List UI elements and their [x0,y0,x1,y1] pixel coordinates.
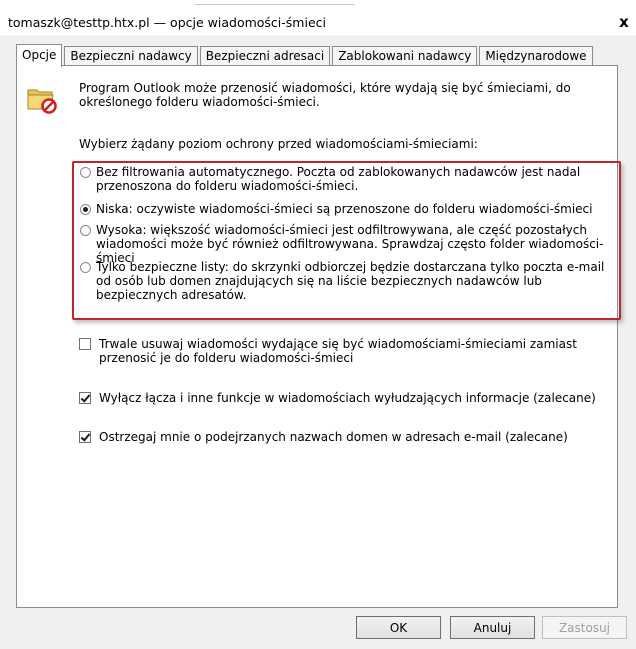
permanently-delete-checkbox[interactable] [79,338,91,350]
radio-low[interactable] [80,204,91,215]
close-icon[interactable]: x [616,14,632,30]
radio-label: Bez filtrowania automatycznego. Poczta o… [96,165,581,193]
cancel-button[interactable]: Anuluj [450,616,535,639]
window-title: tomaszk@testtp.htx.pl — opcje wiadomości… [8,15,326,30]
tab-strip: Opcje Bezpieczni nadawcy Bezpieczni adre… [16,44,595,67]
radio-row-low[interactable]: Niska: oczywiste wiadomości-śmieci są pr… [80,202,616,216]
checkbox-row-warn-domains[interactable]: Ostrzegaj mnie o podejrzanych nazwach do… [79,430,619,444]
radio-no-filtering[interactable] [80,167,91,178]
radio-label: Wysoka: większość wiadomości-śmieci jest… [96,223,604,265]
protection-level-group: Bez filtrowania automatycznego. Poczta o… [72,161,621,320]
junk-folder-icon [27,89,57,114]
tab-blocked-senders[interactable]: Zablokowani nadawcy [332,46,478,66]
checkbox-label: Wyłącz łącza i inne funkcje w wiadomości… [99,391,596,405]
tab-international[interactable]: Międzynarodowe [479,46,593,66]
checkbox-label: Trwale usuwaj wiadomości wydające się by… [99,337,577,365]
junk-email-options-dialog: tomaszk@testtp.htx.pl — opcje wiadomości… [0,0,636,649]
tab-safe-senders[interactable]: Bezpieczni nadawcy [64,46,198,66]
radio-label: Niska: oczywiste wiadomości-śmieci są pr… [96,202,593,216]
checkbox-row-disable-links[interactable]: Wyłącz łącza i inne funkcje w wiadomości… [79,391,619,405]
checkbox-row-permanently-delete[interactable]: Trwale usuwaj wiadomości wydające się by… [79,337,619,365]
ok-button[interactable]: OK [356,616,441,639]
tab-options[interactable]: Opcje [16,44,63,67]
radio-safe-lists-only[interactable] [80,262,91,273]
checkbox-label: Ostrzegaj mnie o podejrzanych nazwach do… [99,430,568,444]
tab-safe-recipients[interactable]: Bezpieczni adresaci [199,46,331,66]
radio-label: Tylko bezpieczne listy: do skrzynki odbi… [96,260,605,302]
warn-domains-checkbox[interactable] [79,431,91,443]
protection-level-prompt: Wybierz żądany poziom ochrony przed wiad… [79,137,478,151]
apply-button[interactable]: Zastosuj [542,616,627,639]
radio-row-high[interactable]: Wysoka: większość wiadomości-śmieci jest… [80,223,616,265]
radio-high[interactable] [80,225,91,236]
top-divider [195,4,355,5]
title-bar: tomaszk@testtp.htx.pl — opcje wiadomości… [0,9,636,35]
intro-text: Program Outlook może przenosić wiadomośc… [79,81,571,109]
radio-row-safe-lists-only[interactable]: Tylko bezpieczne listy: do skrzynki odbi… [80,260,616,302]
radio-row-no-filtering[interactable]: Bez filtrowania automatycznego. Poczta o… [80,165,616,193]
options-panel: Program Outlook może przenosić wiadomośc… [16,65,621,608]
top-strip [0,0,636,9]
disable-links-checkbox[interactable] [79,392,91,404]
